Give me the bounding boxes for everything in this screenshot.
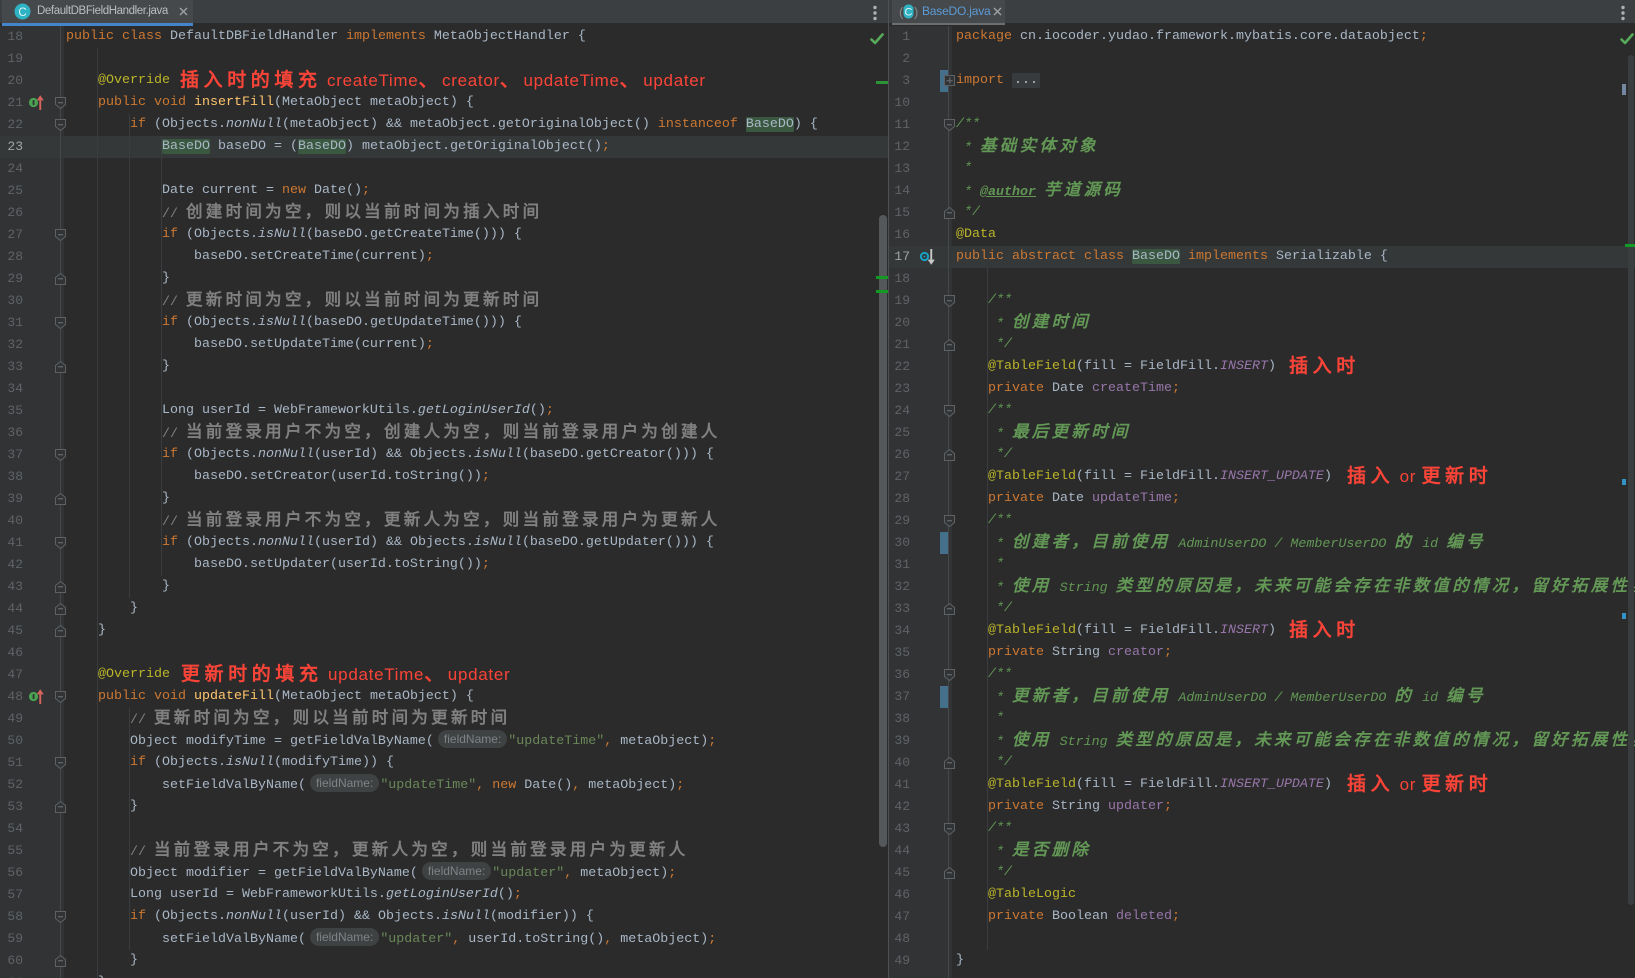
svg-text:): ) bbox=[914, 5, 918, 20]
svg-text:(: ( bbox=[899, 5, 904, 20]
svg-text:C: C bbox=[905, 7, 913, 19]
svg-text:C: C bbox=[18, 7, 26, 19]
